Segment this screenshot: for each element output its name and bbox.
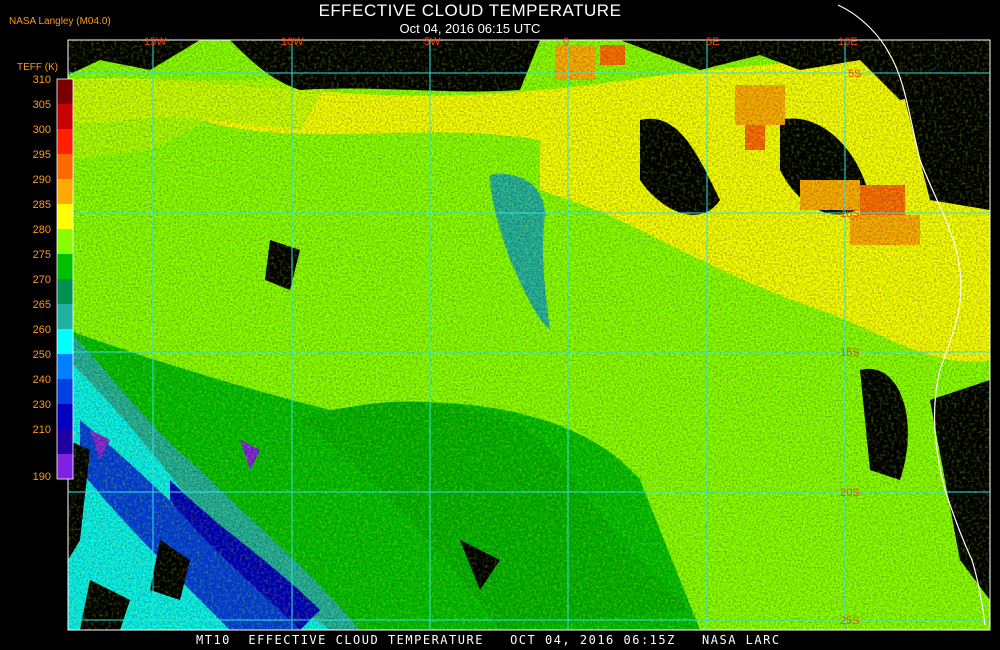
legend-swatch-310 — [57, 79, 73, 104]
lat-label-10s: 10S — [840, 208, 860, 220]
legend-swatch-295 — [57, 154, 73, 179]
lat-label-15s: 15S — [840, 347, 860, 359]
legend-swatch-190 — [57, 454, 73, 479]
legend-label-260: 260 — [33, 324, 51, 336]
cloud-field — [68, 40, 990, 630]
lon-label-10w: 10W — [281, 36, 304, 48]
lon-label-5w: 5W — [424, 36, 441, 48]
legend-label-250: 250 — [33, 349, 51, 361]
legend-label-310: 310 — [33, 74, 51, 86]
lon-label-15w: 15W — [144, 36, 167, 48]
legend-swatch-270 — [57, 279, 73, 304]
lat-label-20s: 20S — [840, 487, 860, 499]
legend-label-230: 230 — [33, 399, 51, 411]
legend-label-295: 295 — [33, 149, 51, 161]
lat-label-25s: 25S — [840, 615, 860, 627]
page-title: EFFECTIVE CLOUD TEMPERATURE — [318, 1, 622, 20]
lon-label-5e: 5E — [706, 36, 719, 48]
legend-swatch-285 — [57, 204, 73, 229]
legend-label-280: 280 — [33, 224, 51, 236]
timestamp-subtitle: Oct 04, 2016 06:15 UTC — [399, 21, 541, 36]
legend-swatch-300 — [57, 129, 73, 154]
legend-label-210: 210 — [33, 424, 51, 436]
legend-label-290: 290 — [33, 174, 51, 186]
legend-swatch-250 — [57, 354, 73, 379]
legend-swatch-305 — [57, 104, 73, 129]
footer-caption: MT10 EFFECTIVE CLOUD TEMPERATURE OCT 04,… — [196, 633, 781, 647]
legend-swatch-210 — [57, 429, 73, 454]
lon-label-10e: 10E — [838, 36, 858, 48]
legend-swatch-240 — [57, 379, 73, 404]
cloud-temperature-map: 15W 10W 5W 0 5E 10E 5S 10S 15S 20S 25S 3… — [33, 4, 991, 631]
legend-label-240: 240 — [33, 374, 51, 386]
color-legend: 310 305 300 295 290 285 280 275 270 265 260 250 240 2… — [33, 74, 74, 483]
legend-label-305: 305 — [33, 99, 51, 111]
legend-label-190: 190 — [33, 471, 51, 483]
legend-swatch-280 — [57, 229, 73, 254]
legend-swatch-260 — [57, 329, 73, 354]
lat-label-5s: 5S — [848, 68, 861, 80]
legend-label-285: 285 — [33, 199, 51, 211]
legend-label-275: 275 — [33, 249, 51, 261]
legend-swatch-290 — [57, 179, 73, 204]
legend-swatch-275 — [57, 254, 73, 279]
legend-label-300: 300 — [33, 124, 51, 136]
legend-label-270: 270 — [33, 274, 51, 286]
legend-label-265: 265 — [33, 299, 51, 311]
legend-title: TEFF (K) — [17, 62, 59, 73]
legend-swatch-230 — [57, 404, 73, 429]
legend-swatch-265 — [57, 304, 73, 329]
lon-label-0: 0 — [563, 36, 569, 48]
